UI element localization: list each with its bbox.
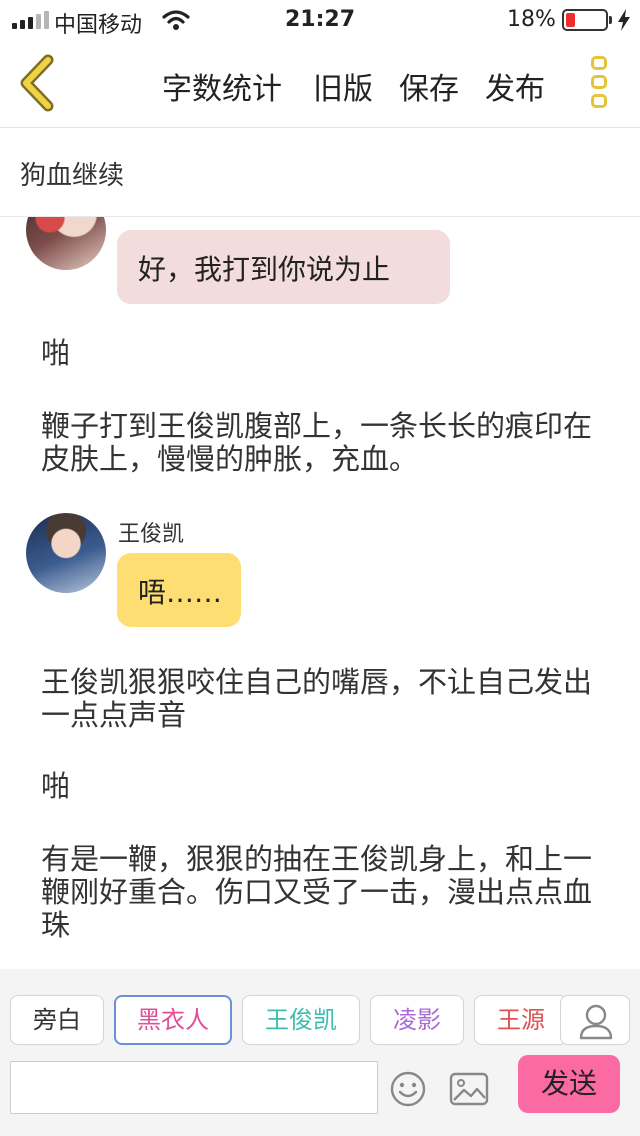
avatar[interactable] (26, 513, 106, 593)
role-chip-man-in-black[interactable]: 黑衣人 (114, 995, 232, 1045)
speaker-name: 王俊凯 (118, 522, 185, 547)
story-feed[interactable]: 好，我打到你说为止 啪 鞭子打到王俊凯腹部上，一条长长的痕印在皮肤上，慢慢的肿胀… (0, 217, 640, 969)
role-chip-wang-junkai[interactable]: 王俊凯 (242, 995, 360, 1045)
status-bar: 中国移动 21:27 18% (0, 0, 640, 40)
battery-icon (562, 9, 612, 31)
role-chip-narrator[interactable]: 旁白 (10, 995, 104, 1045)
top-navbar: 字数统计 旧版 保存 发布 (0, 40, 640, 128)
old-version-button[interactable]: 旧版 (313, 64, 373, 108)
role-chip-ling-ying[interactable]: 凌影 (370, 995, 464, 1045)
emoji-icon[interactable] (389, 1070, 427, 1108)
narration-text[interactable]: 啪 (41, 337, 601, 370)
publish-button[interactable]: 发布 (485, 64, 545, 108)
chapter-title: 狗血继续 (20, 161, 125, 191)
word-count-button[interactable]: 字数统计 (162, 64, 282, 108)
person-icon[interactable] (560, 995, 630, 1045)
narration-text[interactable]: 鞭子打到王俊凯腹部上，一条长长的痕印在皮肤上，慢慢的肿胀，充血。 (41, 410, 601, 476)
save-button[interactable]: 保存 (399, 64, 459, 108)
narration-text[interactable]: 啪 (41, 770, 601, 803)
dialogue-bubble[interactable]: 唔…… (117, 553, 241, 627)
narration-text[interactable]: 王俊凯狠狠咬住自己的嘴唇，不让自己发出一点点声音 (41, 666, 601, 732)
bottom-toolbar: 旁白 黑衣人 王俊凯 凌影 王源 发送 (0, 969, 640, 1136)
dialogue-bubble[interactable]: 好，我打到你说为止 (117, 230, 450, 304)
image-icon[interactable] (449, 1072, 489, 1106)
narration-text[interactable]: 有是一鞭，狠狠的抽在王俊凯身上，和上一鞭刚好重合。伤口又受了一击，漫出点点血珠 (41, 843, 601, 942)
chevron-left-icon[interactable] (14, 54, 58, 112)
battery-percent: 18% (507, 7, 556, 32)
charging-icon (618, 9, 630, 31)
avatar[interactable] (26, 217, 106, 270)
chapter-title-bar[interactable]: 狗血继续 (0, 129, 640, 217)
send-button[interactable]: 发送 (518, 1055, 620, 1113)
message-input[interactable] (10, 1061, 378, 1114)
role-chip-wang-yuan[interactable]: 王源 (474, 995, 568, 1045)
more-vertical-icon[interactable] (588, 56, 610, 112)
